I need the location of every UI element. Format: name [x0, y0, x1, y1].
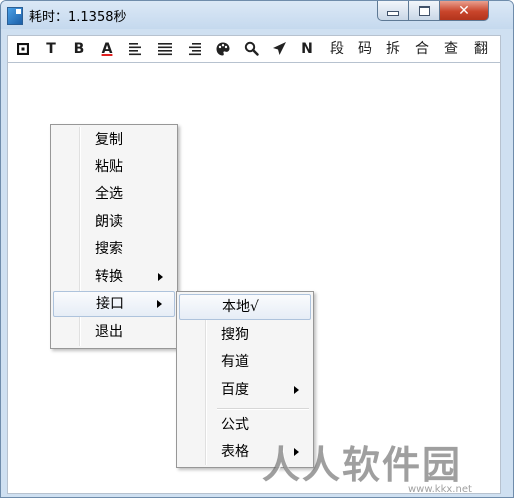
lookup-button[interactable]: 查: [440, 38, 462, 60]
maximize-icon: [418, 5, 430, 16]
submenu-item-youdao[interactable]: 有道: [179, 349, 311, 375]
align-left-icon: [129, 43, 141, 56]
menu-item-label: 表格: [221, 444, 249, 460]
translate-button[interactable]: 翻: [470, 38, 492, 60]
menu-item-label: 搜狗: [221, 327, 249, 343]
menu-item-label: 转换: [95, 269, 123, 285]
menu-item-label: 有道: [221, 354, 249, 370]
merge-button[interactable]: 合: [411, 38, 433, 60]
menu-item-label: 全选: [95, 186, 123, 202]
menu-item-paste[interactable]: 粘贴: [53, 154, 175, 180]
menu-item-select-all[interactable]: 全选: [53, 181, 175, 207]
submenu-arrow-icon: [157, 300, 162, 308]
submenu-item-local[interactable]: 本地√: [179, 294, 311, 320]
close-button[interactable]: ✕: [439, 1, 489, 21]
font-color-button[interactable]: A: [96, 38, 118, 60]
watermark-url: www.kkx.net: [408, 484, 472, 495]
menu-item-label: 百度: [221, 382, 249, 398]
align-justify-icon: [158, 43, 172, 56]
split-button[interactable]: 拆: [382, 38, 404, 60]
search-button[interactable]: [240, 38, 262, 60]
send-button[interactable]: [268, 38, 290, 60]
palette-button[interactable]: [212, 38, 234, 60]
submenu-item-baidu[interactable]: 百度: [179, 377, 311, 403]
menu-item-label: 粘贴: [95, 159, 123, 175]
send-icon: [272, 42, 286, 55]
menu-separator: [217, 408, 309, 410]
menu-item-exit[interactable]: 退出: [53, 319, 175, 345]
submenu-arrow-icon: [158, 273, 163, 281]
bold-button[interactable]: B: [68, 38, 90, 60]
menu-item-label: 搜索: [95, 241, 123, 257]
paragraph-button[interactable]: 段: [326, 38, 348, 60]
n-button[interactable]: N: [296, 38, 318, 60]
menu-item-read-aloud[interactable]: 朗读: [53, 209, 175, 235]
watermark: 人人软件园: [262, 443, 463, 487]
app-icon: [7, 7, 23, 25]
align-right-button[interactable]: [184, 38, 206, 60]
menu-item-label: 本地√: [222, 299, 259, 315]
square-icon: [16, 42, 30, 56]
align-justify-button[interactable]: [154, 38, 176, 60]
align-left-button[interactable]: [124, 38, 146, 60]
context-menu: 复制 粘贴 全选 朗读 搜索 转换 接口 退出: [50, 124, 178, 349]
minimize-icon: [387, 11, 399, 16]
search-icon: [244, 41, 259, 56]
menu-item-convert[interactable]: 转换: [53, 264, 175, 290]
menu-item-copy[interactable]: 复制: [53, 127, 175, 153]
close-icon: ✕: [458, 2, 470, 19]
minimize-button[interactable]: [377, 1, 409, 21]
align-right-icon: [189, 43, 201, 56]
submenu-arrow-icon: [294, 386, 299, 394]
menu-item-label: 复制: [95, 132, 123, 148]
menu-item-label: 朗读: [95, 214, 123, 230]
submenu-item-sogou[interactable]: 搜狗: [179, 322, 311, 348]
menu-item-search[interactable]: 搜索: [53, 236, 175, 262]
palette-icon: [216, 42, 230, 56]
menu-item-interface[interactable]: 接口: [53, 291, 175, 317]
window-title: 耗时：1.1358秒: [29, 10, 127, 25]
menu-item-label: 接口: [96, 296, 124, 312]
maximize-button[interactable]: [408, 1, 440, 21]
toolbar: T B A N 段 码 拆 合 查 翻: [7, 35, 501, 63]
menu-item-label: 公式: [221, 417, 249, 433]
menu-item-label: 退出: [95, 324, 123, 340]
code-button[interactable]: 码: [354, 38, 376, 60]
square-tool-button[interactable]: [12, 38, 34, 60]
title-bar[interactable]: 耗时：1.1358秒 ✕: [1, 1, 513, 29]
plain-text-button[interactable]: T: [40, 38, 62, 60]
